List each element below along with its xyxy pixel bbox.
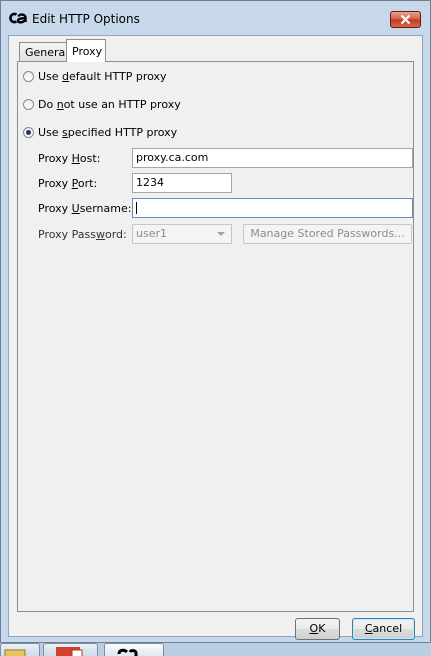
close-icon [400,14,411,25]
proxy-host-label: Proxy Host: [38,152,101,165]
tab-general[interactable]: General [19,42,68,61]
proxy-password-select[interactable]: user1 [132,224,232,244]
taskbar [0,643,431,656]
proxy-host-field[interactable]: proxy.ca.com [132,148,413,168]
radio-default-proxy-indicator[interactable] [23,70,34,82]
radio-specified-proxy-indicator[interactable] [23,126,34,138]
proxy-port-label: Proxy Port: [38,177,98,190]
taskbar-item-ca[interactable] [104,643,164,656]
radio-no-proxy[interactable]: Do not use an HTTP proxy [23,96,181,112]
close-button[interactable] [390,11,421,28]
text-caret [136,202,137,214]
manage-passwords-button[interactable]: Manage Stored Passwords... [243,224,412,244]
radio-default-proxy[interactable]: Use default HTTP proxy [23,68,167,84]
radio-no-proxy-label: Do not use an HTTP proxy [38,97,181,111]
tab-proxy-label: Proxy [72,45,103,58]
title-bar[interactable]: Edit HTTP Options [1,1,430,35]
radio-default-proxy-label: Use default HTTP proxy [38,69,167,83]
dialog-client-area: General Proxy Use default HTTP proxy Do … [8,35,423,640]
radio-specified-proxy-label: Use specified HTTP proxy [38,125,178,139]
taskbar-item-explorer[interactable] [0,643,40,656]
ca-logo-icon [117,648,138,656]
proxy-username-label: Proxy Username: [38,202,132,215]
dialog-window: Edit HTTP Options General Proxy Use defa… [0,0,431,643]
radio-no-proxy-indicator[interactable] [23,98,34,110]
proxy-password-label: Proxy Password: [38,228,127,241]
folder-icon [4,649,26,656]
chevron-down-icon [217,232,225,236]
taskbar-item-powerpoint[interactable] [43,643,98,656]
proxy-tab-panel: Use default HTTP proxy Do not use an HTT… [17,61,414,612]
proxy-username-field[interactable] [132,198,413,218]
proxy-port-field[interactable]: 1234 [132,173,232,193]
tab-general-label: General [25,46,69,59]
tab-proxy[interactable]: Proxy [66,39,106,62]
ok-button[interactable]: OK [295,618,340,640]
radio-specified-proxy[interactable]: Use specified HTTP proxy [23,124,177,140]
proxy-password-selected: user1 [136,227,167,240]
cancel-button[interactable]: Cancel [352,618,415,640]
presentation-icon [56,647,83,656]
window-title: Edit HTTP Options [32,12,140,26]
ca-logo-icon [9,12,27,24]
